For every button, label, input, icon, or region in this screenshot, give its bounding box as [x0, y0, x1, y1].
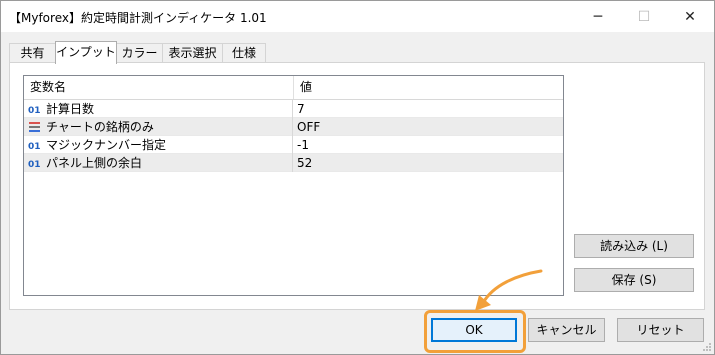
boolean-type-icon: [29, 121, 40, 132]
save-button[interactable]: 保存 (S): [574, 268, 694, 292]
variable-cell: 01 パネル上側の余白: [24, 154, 293, 172]
title-bar: 【Myforex】約定時間計測インディケータ 1.01 ─ ☐ ✕: [1, 1, 714, 32]
value-cell[interactable]: 7: [294, 100, 563, 118]
variable-cell: 01 マジックナンバー指定: [24, 136, 293, 154]
value-cell[interactable]: OFF: [294, 118, 563, 136]
table-row[interactable]: 01 パネル上側の余白 52: [24, 154, 563, 172]
table-header: 変数名 値: [24, 76, 563, 100]
reset-button[interactable]: リセット: [617, 318, 704, 342]
column-header-value[interactable]: 値: [294, 76, 563, 99]
integer-type-icon: 01: [28, 160, 41, 170]
variable-cell: 01 計算日数: [24, 100, 293, 118]
tab-inputs[interactable]: インプット: [55, 41, 117, 64]
table-row[interactable]: 01 計算日数 7: [24, 100, 563, 118]
ok-focus-ring: [432, 319, 516, 341]
inputs-panel: 変数名 値 01 計算日数 7 チャートの銘柄のみ OFF 01 マジックナンバ…: [9, 62, 705, 310]
close-button[interactable]: ✕: [667, 1, 713, 32]
bool-icon-bar: [29, 122, 40, 124]
value-cell[interactable]: 52: [294, 154, 563, 172]
load-button[interactable]: 読み込み (L): [574, 234, 694, 258]
tab-colors[interactable]: カラー: [116, 43, 163, 62]
close-icon: ✕: [684, 8, 696, 25]
dialog-window: 【Myforex】約定時間計測インディケータ 1.01 ─ ☐ ✕ 共有 インプ…: [0, 0, 715, 355]
cancel-button[interactable]: キャンセル: [528, 318, 605, 342]
variable-cell: チャートの銘柄のみ: [24, 118, 293, 136]
value-cell[interactable]: -1: [294, 136, 563, 154]
window-title: 【Myforex】約定時間計測インディケータ 1.01: [9, 11, 267, 25]
variable-name: 計算日数: [46, 102, 95, 116]
bool-icon-bar: [29, 130, 40, 132]
pointer-arrow-icon: [475, 269, 543, 311]
maximize-icon: ☐: [637, 8, 651, 25]
maximize-button: ☐: [621, 1, 667, 32]
table-row[interactable]: チャートの銘柄のみ OFF: [24, 118, 563, 136]
resize-grip-icon[interactable]: [702, 342, 712, 352]
variable-name: チャートの銘柄のみ: [46, 120, 154, 134]
inputs-table: 変数名 値 01 計算日数 7 チャートの銘柄のみ OFF 01 マジックナンバ…: [23, 75, 564, 296]
variable-name: パネル上側の余白: [46, 156, 143, 170]
tab-common[interactable]: 共有: [9, 43, 56, 62]
column-header-variable[interactable]: 変数名: [24, 76, 293, 99]
tab-visualization[interactable]: 表示選択: [162, 43, 223, 62]
minimize-button[interactable]: ─: [575, 1, 621, 32]
table-row[interactable]: 01 マジックナンバー指定 -1: [24, 136, 563, 154]
ok-button[interactable]: OK: [431, 318, 517, 342]
minimize-icon: ─: [593, 8, 603, 25]
tab-spec[interactable]: 仕様: [222, 43, 266, 62]
variable-name: マジックナンバー指定: [46, 138, 167, 152]
bool-icon-bar: [29, 126, 40, 128]
